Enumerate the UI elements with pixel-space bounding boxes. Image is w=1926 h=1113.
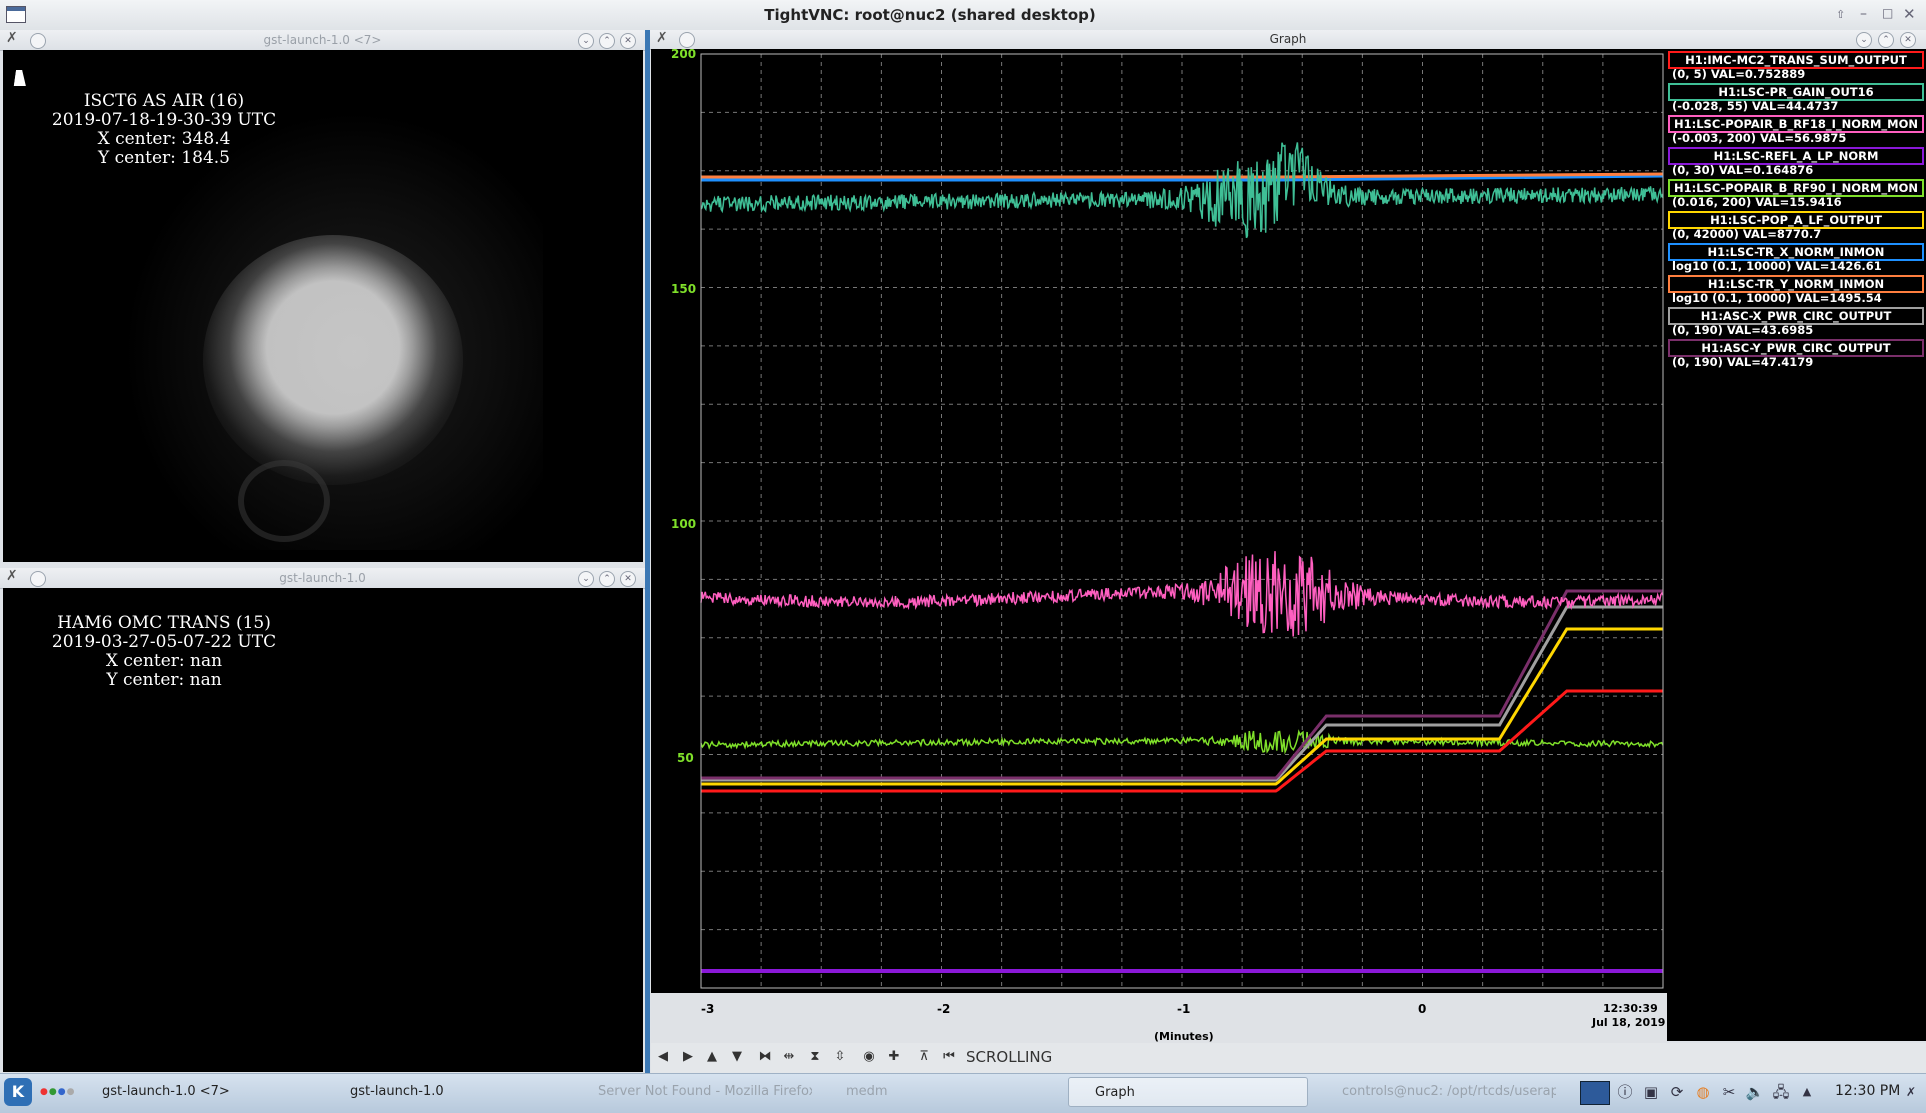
graph-menu-button[interactable]: [679, 32, 695, 48]
cam1-tool-icon[interactable]: ✗: [6, 30, 18, 46]
graph-tool-icon[interactable]: ✗: [656, 30, 668, 46]
scroll-up-icon[interactable]: ▲: [703, 1048, 721, 1066]
volume-icon[interactable]: 🔈: [1744, 1081, 1766, 1103]
updates-icon[interactable]: ⟳: [1666, 1081, 1688, 1103]
cam1-overlay-text: ISCT6 AS AIR (16) 2019-07-18-19-30-39 UT…: [14, 92, 314, 168]
cam1-x-center: X center: 348.4: [97, 129, 231, 149]
cam2-minimize-button[interactable]: ⌄: [578, 571, 594, 587]
cam2-menu-button[interactable]: [30, 571, 46, 587]
x-axis-date: Jul 18, 2019: [1592, 1016, 1666, 1029]
rewind-icon[interactable]: ⏮: [940, 1048, 958, 1066]
cam2-maximize-button[interactable]: ⌃: [599, 571, 615, 587]
vnc-window-title: TightVNC: root@nuc2 (shared desktop): [764, 6, 1096, 24]
vnc-up-button[interactable]: ⇧: [1836, 8, 1845, 21]
cam2-overlay-text: HAM6 OMC TRANS (15) 2019-03-27-05-07-22 …: [14, 614, 314, 690]
cam1-window-title: gst-launch-1.0 <7>: [263, 33, 382, 47]
compress-x-icon[interactable]: ⧓: [756, 1048, 774, 1066]
mouse-cursor-icon: [13, 70, 29, 86]
taskbar-item[interactable]: gst-launch-1.0: [324, 1077, 564, 1107]
panel-menu-icon[interactable]: ✗: [1900, 1081, 1922, 1103]
vnc-close-button[interactable]: ✕: [1903, 5, 1916, 23]
x-axis-time: 12:30:39: [1603, 1002, 1658, 1015]
cam2-close-button[interactable]: ✕: [620, 571, 636, 587]
legend-channel-range: (0, 5) VAL=0.752889: [1672, 67, 1806, 81]
cam1-menu-button[interactable]: [30, 33, 46, 49]
cam1-minimize-button[interactable]: ⌄: [578, 33, 594, 49]
auto-scale-icon[interactable]: ⊼: [915, 1048, 933, 1066]
graph-minimize-button[interactable]: ⌄: [1856, 32, 1872, 48]
taskbar-item[interactable]: medm: [820, 1077, 1060, 1107]
scroll-left-icon[interactable]: ◀: [654, 1048, 672, 1066]
legend-channel-range: (-0.028, 55) VAL=44.4737: [1672, 99, 1839, 113]
vnc-minimize-button[interactable]: –: [1860, 6, 1867, 22]
graph-maximize-button[interactable]: ⌃: [1878, 32, 1894, 48]
x-tick-minus2: -2: [937, 1002, 951, 1016]
trace-y-pwr-circ: [701, 589, 1663, 780]
vnc-maximize-button[interactable]: □: [1882, 6, 1893, 20]
legend-channel-range: log10 (0.1, 10000) VAL=1426.61: [1672, 259, 1882, 273]
cam1-name: ISCT6 AS AIR (16): [83, 91, 245, 111]
graph-close-button[interactable]: ✕: [1900, 32, 1916, 48]
cam1-y-center: Y center: 184.5: [98, 148, 230, 168]
cam2-title-bar[interactable]: gst-launch-1.0: [0, 568, 645, 589]
taskbar-item[interactable]: gst-launch-1.0 <7>: [76, 1077, 316, 1107]
scroll-right-icon[interactable]: ▶: [679, 1048, 697, 1066]
cam1-timestamp: 2019-07-18-19-30-39 UTC: [51, 110, 277, 130]
x-tick-minus3: -3: [701, 1002, 715, 1016]
vnc-tray-icon[interactable]: ▣: [1640, 1081, 1662, 1103]
legend-channel-range: (-0.003, 200) VAL=56.9875: [1672, 131, 1847, 145]
y-tick-150: 150: [671, 282, 697, 296]
pager-icon[interactable]: ●●●●: [40, 1087, 75, 1097]
taskbar-item[interactable]: Server Not Found - Mozilla Firefox: [572, 1077, 812, 1107]
show-desktop-icon[interactable]: [1580, 1081, 1610, 1105]
y-tick-50: 50: [677, 751, 694, 765]
expand-y-icon[interactable]: ⇳: [831, 1048, 849, 1066]
beam-halo: [123, 110, 543, 550]
cam2-tool-icon[interactable]: ✗: [6, 568, 18, 584]
mode-label: SCROLLING: [966, 1048, 1053, 1066]
cam1-close-button[interactable]: ✕: [620, 33, 636, 49]
start-menu-icon[interactable]: K: [4, 1078, 32, 1106]
record-icon[interactable]: ◉: [860, 1048, 878, 1066]
x-tick-minus1: -1: [1177, 1002, 1191, 1016]
cam2-x-center: X center: nan: [105, 651, 223, 671]
cam2-name: HAM6 OMC TRANS (15): [57, 613, 271, 633]
network-icon[interactable]: 🖧: [1770, 1081, 1792, 1103]
compress-y-icon[interactable]: ⧗: [806, 1048, 824, 1066]
cam2-y-center: Y center: nan: [106, 670, 222, 690]
legend-channel-range: (0, 30) VAL=0.164876: [1672, 163, 1814, 177]
legend-channel-range: (0, 190) VAL=47.4179: [1672, 355, 1814, 369]
tools-icon[interactable]: ✂: [1718, 1081, 1740, 1103]
add-icon[interactable]: ✚: [885, 1048, 903, 1066]
cam1-title-bar[interactable]: gst-launch-1.0 <7>: [0, 30, 645, 51]
graph-title-bar[interactable]: Graph: [650, 30, 1926, 50]
taskbar-item[interactable]: controls@nuc2: /opt/rtcds/userapps/: [1316, 1077, 1556, 1107]
legend-channel-range: log10 (0.1, 10000) VAL=1495.54: [1672, 291, 1882, 305]
cam1-maximize-button[interactable]: ⌃: [599, 33, 615, 49]
taskbar-item[interactable]: Graph: [1068, 1077, 1308, 1107]
cam2-window-title: gst-launch-1.0: [279, 571, 366, 585]
x-tick-0: 0: [1418, 1002, 1427, 1016]
graph-window-title: Graph: [1269, 32, 1307, 46]
clock[interactable]: 12:30 PM: [1835, 1083, 1900, 1099]
firefox-tray-icon[interactable]: ◍: [1692, 1081, 1714, 1103]
cam2-timestamp: 2019-03-27-05-07-22 UTC: [51, 632, 277, 652]
scroll-down-icon[interactable]: ▼: [728, 1048, 746, 1066]
beam-ghost: [238, 460, 330, 542]
legend-channel-range: (0, 190) VAL=43.6985: [1672, 323, 1814, 337]
y-tick-100: 100: [671, 517, 697, 531]
notifications-icon[interactable]: ⓘ: [1614, 1081, 1636, 1103]
tray-expand-icon[interactable]: ▲: [1796, 1081, 1818, 1103]
x-axis-label: (Minutes): [1154, 1030, 1214, 1043]
expand-x-icon[interactable]: ⇹: [780, 1048, 798, 1066]
window-divider: [645, 30, 650, 1073]
legend-channel-range: (0.016, 200) VAL=15.9416: [1672, 195, 1842, 209]
strip-chart-svg: [700, 53, 1664, 989]
legend-channel-range: (0, 42000) VAL=8770.7: [1672, 227, 1822, 241]
y-tick-200: 200: [671, 47, 697, 61]
